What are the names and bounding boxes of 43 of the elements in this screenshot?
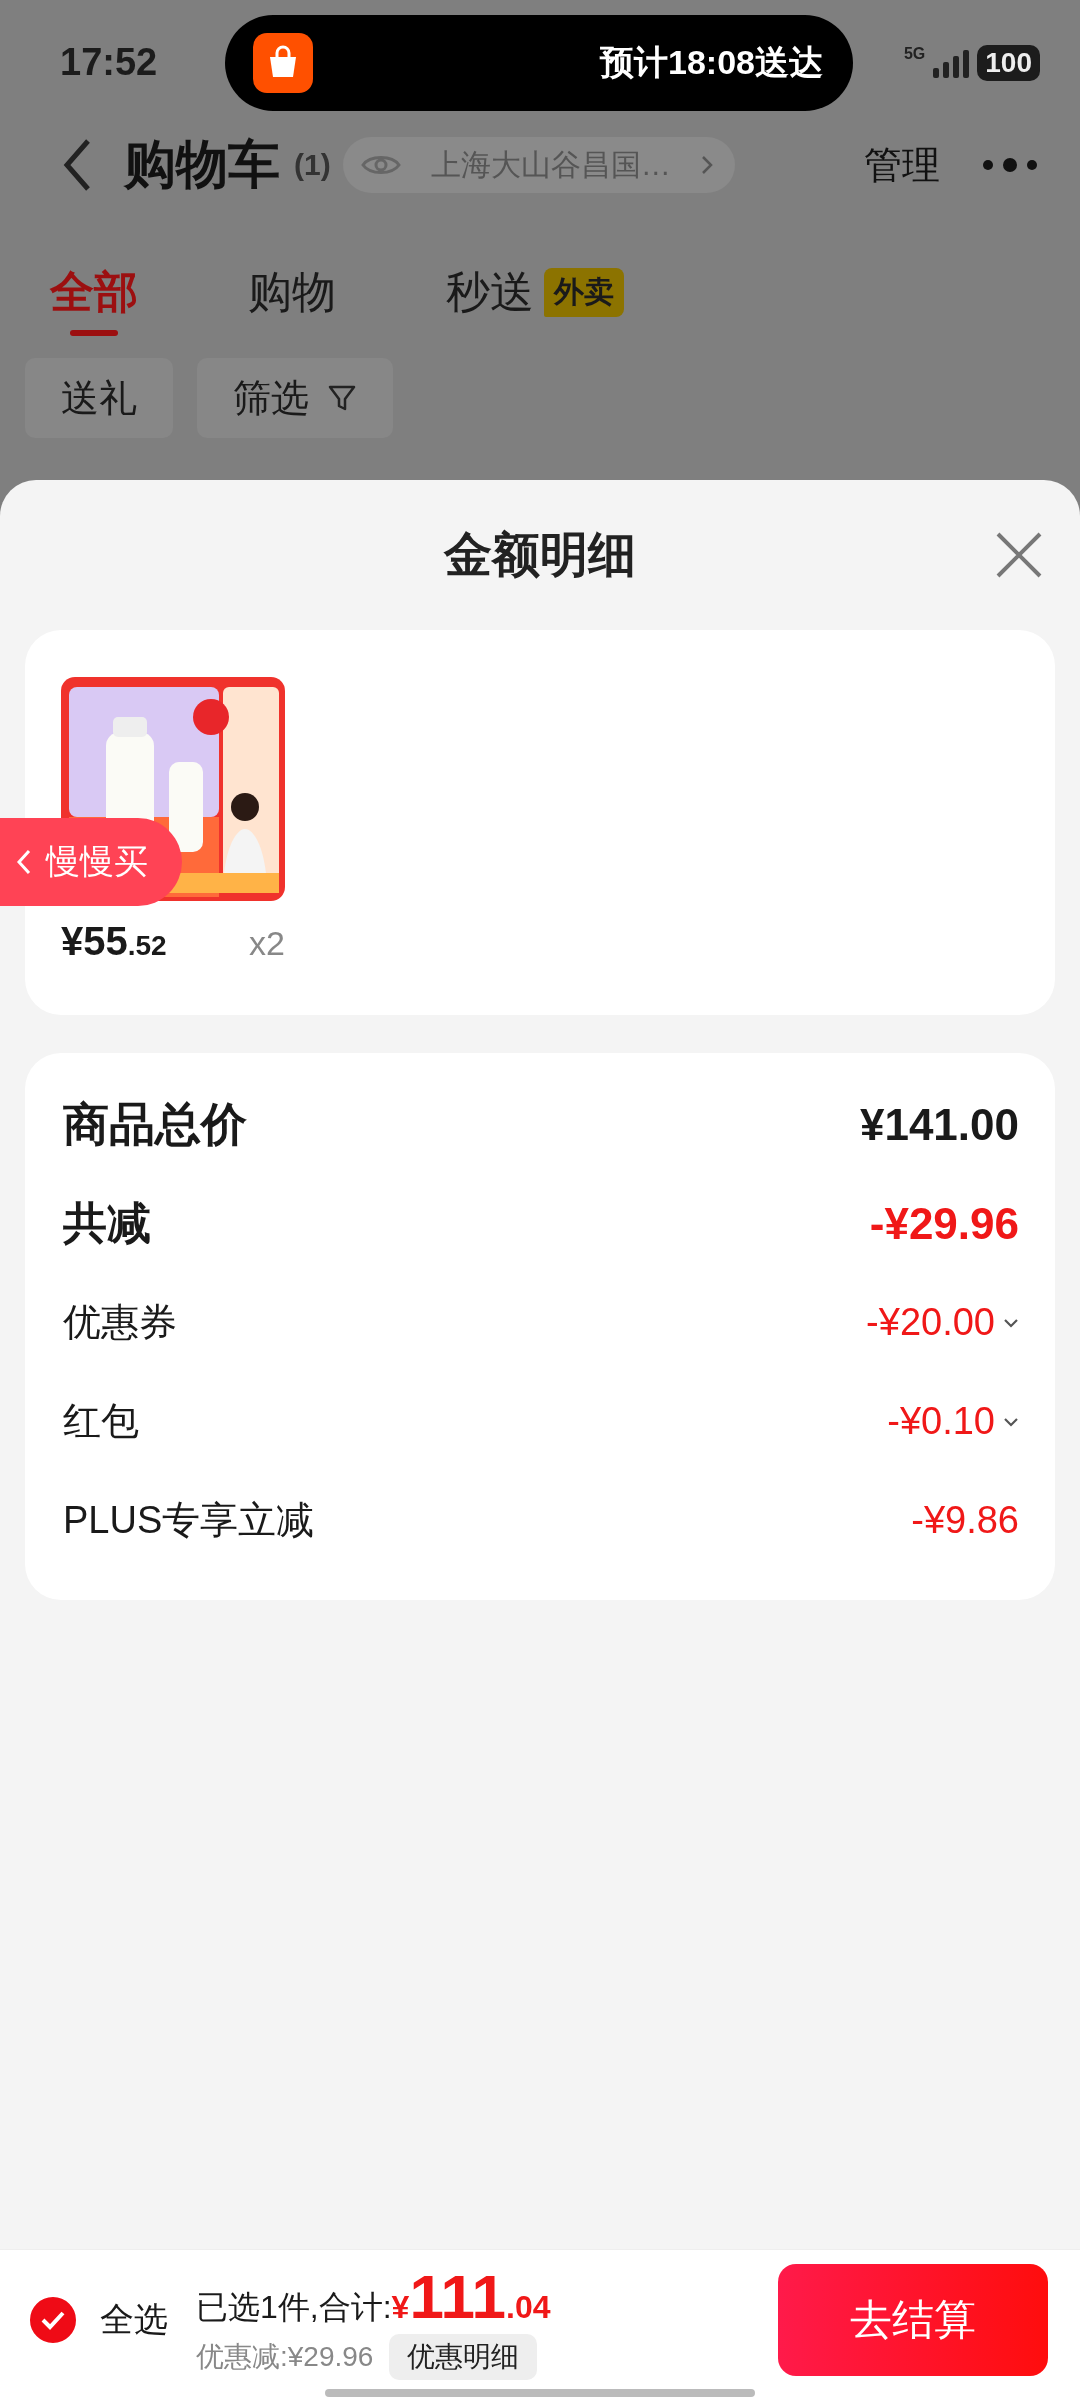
network-label: 5G bbox=[903, 44, 926, 63]
select-all-checkbox[interactable] bbox=[30, 2297, 76, 2343]
quantity-label: x2 bbox=[249, 924, 285, 963]
filter-chip[interactable]: 送礼 bbox=[25, 358, 173, 438]
summary-value: -¥20.00 bbox=[866, 1301, 995, 1344]
summary-value: ¥141.00 bbox=[859, 1099, 1019, 1150]
summary-value: -¥29.96 bbox=[869, 1198, 1019, 1249]
chevron-down-icon[interactable] bbox=[1003, 1317, 1019, 1328]
summary-label: 红包 bbox=[63, 1399, 139, 1444]
battery-indicator: 100 bbox=[977, 44, 1040, 81]
status-time: 17:52 bbox=[60, 41, 159, 84]
summary-label: 商品总价 bbox=[63, 1096, 247, 1152]
more-icon[interactable] bbox=[980, 157, 1040, 173]
checkout-button[interactable]: 去结算 bbox=[778, 2264, 1048, 2376]
price-tracker-tab[interactable]: 慢慢买 bbox=[0, 818, 182, 906]
total-amount: ¥111.04 bbox=[391, 2260, 551, 2332]
close-icon[interactable] bbox=[994, 530, 1044, 580]
chevron-right-icon bbox=[700, 155, 713, 175]
category-tab[interactable]: 秒送 外卖 bbox=[446, 245, 624, 340]
filter-chip[interactable]: 筛选 bbox=[197, 358, 393, 438]
category-tab[interactable]: 购物 bbox=[248, 245, 336, 340]
discount-detail-button[interactable]: 优惠明细 bbox=[389, 2333, 538, 2380]
discount-summary: 优惠减:¥29.96 bbox=[196, 2339, 374, 2374]
signal-icon bbox=[931, 47, 972, 78]
chevron-left-icon bbox=[16, 849, 32, 875]
delivery-eta: 预计18:08送达 bbox=[600, 41, 823, 83]
product-price: ¥55.52 bbox=[61, 919, 167, 964]
manage-link[interactable]: 管理 bbox=[864, 139, 940, 191]
chevron-down-icon[interactable] bbox=[1003, 1416, 1019, 1427]
funnel-icon bbox=[327, 383, 357, 413]
summary-value: -¥9.86 bbox=[911, 1499, 1019, 1542]
checkmark-icon bbox=[40, 2310, 66, 2330]
takeout-badge: 外卖 bbox=[544, 268, 624, 317]
item-count: (1) bbox=[294, 148, 331, 182]
summary-label: 共减 bbox=[63, 1197, 151, 1249]
summary-label: PLUS专享立减 bbox=[63, 1498, 315, 1543]
back-icon[interactable] bbox=[62, 137, 92, 193]
sheet-title: 金额明细 bbox=[444, 527, 636, 583]
summary-label: 优惠券 bbox=[63, 1300, 177, 1345]
page-title: 购物车 bbox=[124, 134, 280, 195]
select-all-label: 全选 bbox=[100, 2299, 168, 2340]
selected-summary: 已选1件,合计: bbox=[196, 2287, 392, 2327]
summary-value: -¥0.10 bbox=[887, 1400, 995, 1443]
